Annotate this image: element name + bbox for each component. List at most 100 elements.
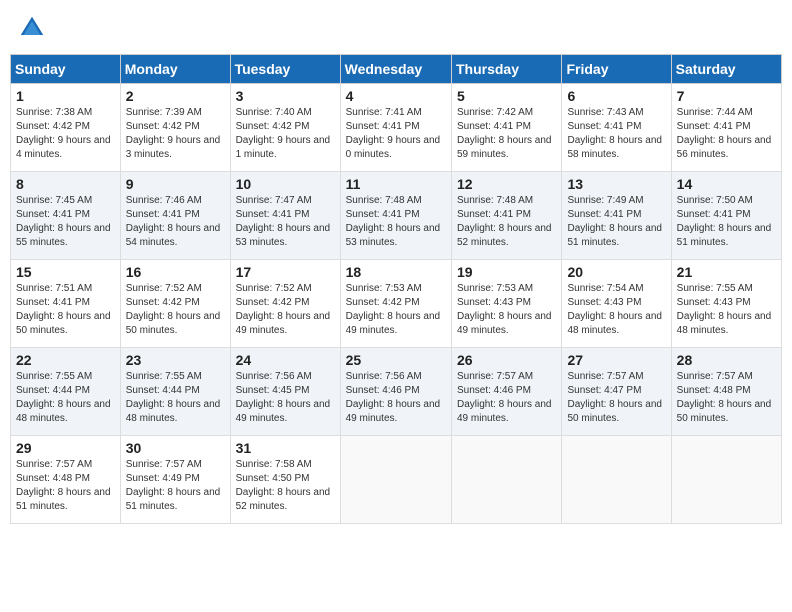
calendar-cell: 29 Sunrise: 7:57 AMSunset: 4:48 PMDayligh… (11, 436, 121, 524)
calendar-cell: 6Sunrise: 7:43 AMSunset: 4:41 PMDaylight… (562, 84, 671, 172)
day-detail: Sunrise: 7:55 AMSunset: 4:44 PMDaylight:… (126, 370, 225, 426)
day-number: 18 (346, 264, 446, 280)
logo (18, 14, 50, 42)
day-number: 8 (16, 176, 115, 192)
day-number: 10 (236, 176, 335, 192)
calendar-cell: 27 Sunrise: 7:57 AMSunset: 4:47 PMDayligh… (562, 348, 671, 436)
logo-icon (18, 14, 46, 42)
calendar-cell: 13Sunrise: 7:49 AMSunset: 4:41 PMDayligh… (562, 172, 671, 260)
day-number: 27 (567, 352, 665, 368)
day-detail: Sunrise: 7:55 AMSunset: 4:43 PMDaylight:… (677, 282, 776, 338)
day-number: 2 (126, 88, 225, 104)
day-number: 16 (126, 264, 225, 280)
day-detail: Sunrise: 7:57 AMSunset: 4:46 PMDaylight:… (457, 370, 556, 426)
day-number: 29 (16, 440, 115, 456)
day-number: 15 (16, 264, 115, 280)
day-number: 24 (236, 352, 335, 368)
calendar-cell: 8 Sunrise: 7:45 AMSunset: 4:41 PMDaylight… (11, 172, 121, 260)
day-detail: Sunrise: 7:42 AMSunset: 4:41 PMDaylight:… (457, 106, 556, 162)
day-detail: Sunrise: 7:53 AMSunset: 4:42 PMDaylight:… (346, 282, 446, 338)
calendar-week-row: 29 Sunrise: 7:57 AMSunset: 4:48 PMDayligh… (11, 436, 782, 524)
col-header-tuesday: Tuesday (230, 55, 340, 84)
calendar-week-row: 8 Sunrise: 7:45 AMSunset: 4:41 PMDaylight… (11, 172, 782, 260)
day-detail: Sunrise: 7:47 AMSunset: 4:41 PMDaylight:… (236, 194, 335, 250)
calendar-cell: 22 Sunrise: 7:55 AMSunset: 4:44 PMDayligh… (11, 348, 121, 436)
day-number: 14 (677, 176, 776, 192)
calendar-cell (671, 436, 781, 524)
col-header-saturday: Saturday (671, 55, 781, 84)
day-number: 22 (16, 352, 115, 368)
day-number: 11 (346, 176, 446, 192)
calendar-table: SundayMondayTuesdayWednesdayThursdayFrid… (10, 54, 782, 524)
day-number: 13 (567, 176, 665, 192)
calendar-cell: 4 Sunrise: 7:41 AMSunset: 4:41 PMDaylight… (340, 84, 451, 172)
col-header-friday: Friday (562, 55, 671, 84)
day-detail: Sunrise: 7:41 AMSunset: 4:41 PMDaylight:… (346, 106, 446, 162)
calendar-week-row: 15 Sunrise: 7:51 AMSunset: 4:41 PMDayligh… (11, 260, 782, 348)
calendar-cell (562, 436, 671, 524)
day-detail: Sunrise: 7:55 AMSunset: 4:44 PMDaylight:… (16, 370, 115, 426)
calendar-cell: 16 Sunrise: 7:52 AMSunset: 4:42 PMDayligh… (120, 260, 230, 348)
calendar-cell: 30 Sunrise: 7:57 AMSunset: 4:49 PMDayligh… (120, 436, 230, 524)
calendar-cell: 14 Sunrise: 7:50 AMSunset: 4:41 PMDayligh… (671, 172, 781, 260)
day-detail: Sunrise: 7:54 AMSunset: 4:43 PMDaylight:… (567, 282, 665, 338)
day-detail: Sunrise: 7:45 AMSunset: 4:41 PMDaylight:… (16, 194, 115, 250)
day-detail: Sunrise: 7:53 AMSunset: 4:43 PMDaylight:… (457, 282, 556, 338)
day-detail: Sunrise: 7:57 AMSunset: 4:49 PMDaylight:… (126, 458, 225, 514)
calendar-cell: 1Sunrise: 7:38 AMSunset: 4:42 PMDaylight… (11, 84, 121, 172)
day-number: 25 (346, 352, 446, 368)
day-number: 20 (567, 264, 665, 280)
day-detail: Sunrise: 7:52 AMSunset: 4:42 PMDaylight:… (236, 282, 335, 338)
day-number: 3 (236, 88, 335, 104)
day-detail: Sunrise: 7:40 AMSunset: 4:42 PMDaylight:… (236, 106, 335, 162)
day-number: 26 (457, 352, 556, 368)
calendar-cell: 5 Sunrise: 7:42 AMSunset: 4:41 PMDaylight… (451, 84, 561, 172)
calendar-cell: 2 Sunrise: 7:39 AMSunset: 4:42 PMDaylight… (120, 84, 230, 172)
calendar-cell: 17 Sunrise: 7:52 AMSunset: 4:42 PMDayligh… (230, 260, 340, 348)
calendar-cell: 19 Sunrise: 7:53 AMSunset: 4:43 PMDayligh… (451, 260, 561, 348)
calendar-cell: 10 Sunrise: 7:47 AMSunset: 4:41 PMDayligh… (230, 172, 340, 260)
day-number: 12 (457, 176, 556, 192)
calendar-cell: 15 Sunrise: 7:51 AMSunset: 4:41 PMDayligh… (11, 260, 121, 348)
calendar-cell: 18 Sunrise: 7:53 AMSunset: 4:42 PMDayligh… (340, 260, 451, 348)
day-number: 17 (236, 264, 335, 280)
day-number: 28 (677, 352, 776, 368)
calendar-cell: 25 Sunrise: 7:56 AMSunset: 4:46 PMDayligh… (340, 348, 451, 436)
calendar-cell: 28 Sunrise: 7:57 AMSunset: 4:48 PMDayligh… (671, 348, 781, 436)
col-header-wednesday: Wednesday (340, 55, 451, 84)
calendar-cell: 21Sunrise: 7:55 AMSunset: 4:43 PMDayligh… (671, 260, 781, 348)
page-header (10, 10, 782, 46)
day-detail: Sunrise: 7:51 AMSunset: 4:41 PMDaylight:… (16, 282, 115, 338)
day-detail: Sunrise: 7:46 AMSunset: 4:41 PMDaylight:… (126, 194, 225, 250)
day-detail: Sunrise: 7:57 AMSunset: 4:48 PMDaylight:… (16, 458, 115, 514)
calendar-cell: 23 Sunrise: 7:55 AMSunset: 4:44 PMDayligh… (120, 348, 230, 436)
col-header-monday: Monday (120, 55, 230, 84)
calendar-week-row: 1Sunrise: 7:38 AMSunset: 4:42 PMDaylight… (11, 84, 782, 172)
day-number: 4 (346, 88, 446, 104)
calendar-cell: 31Sunrise: 7:58 AMSunset: 4:50 PMDayligh… (230, 436, 340, 524)
day-detail: Sunrise: 7:56 AMSunset: 4:46 PMDaylight:… (346, 370, 446, 426)
calendar-cell: 26 Sunrise: 7:57 AMSunset: 4:46 PMDayligh… (451, 348, 561, 436)
calendar-cell: 3 Sunrise: 7:40 AMSunset: 4:42 PMDaylight… (230, 84, 340, 172)
col-header-sunday: Sunday (11, 55, 121, 84)
day-detail: Sunrise: 7:48 AMSunset: 4:41 PMDaylight:… (346, 194, 446, 250)
day-detail: Sunrise: 7:48 AMSunset: 4:41 PMDaylight:… (457, 194, 556, 250)
day-number: 5 (457, 88, 556, 104)
day-number: 23 (126, 352, 225, 368)
day-detail: Sunrise: 7:57 AMSunset: 4:47 PMDaylight:… (567, 370, 665, 426)
day-number: 31 (236, 440, 335, 456)
day-detail: Sunrise: 7:39 AMSunset: 4:42 PMDaylight:… (126, 106, 225, 162)
calendar-cell (451, 436, 561, 524)
day-number: 30 (126, 440, 225, 456)
day-detail: Sunrise: 7:50 AMSunset: 4:41 PMDaylight:… (677, 194, 776, 250)
day-number: 9 (126, 176, 225, 192)
day-number: 19 (457, 264, 556, 280)
day-number: 1 (16, 88, 115, 104)
day-number: 6 (567, 88, 665, 104)
col-header-thursday: Thursday (451, 55, 561, 84)
calendar-cell: 20 Sunrise: 7:54 AMSunset: 4:43 PMDayligh… (562, 260, 671, 348)
day-detail: Sunrise: 7:44 AMSunset: 4:41 PMDaylight:… (677, 106, 776, 162)
day-number: 7 (677, 88, 776, 104)
day-detail: Sunrise: 7:57 AMSunset: 4:48 PMDaylight:… (677, 370, 776, 426)
day-detail: Sunrise: 7:52 AMSunset: 4:42 PMDaylight:… (126, 282, 225, 338)
